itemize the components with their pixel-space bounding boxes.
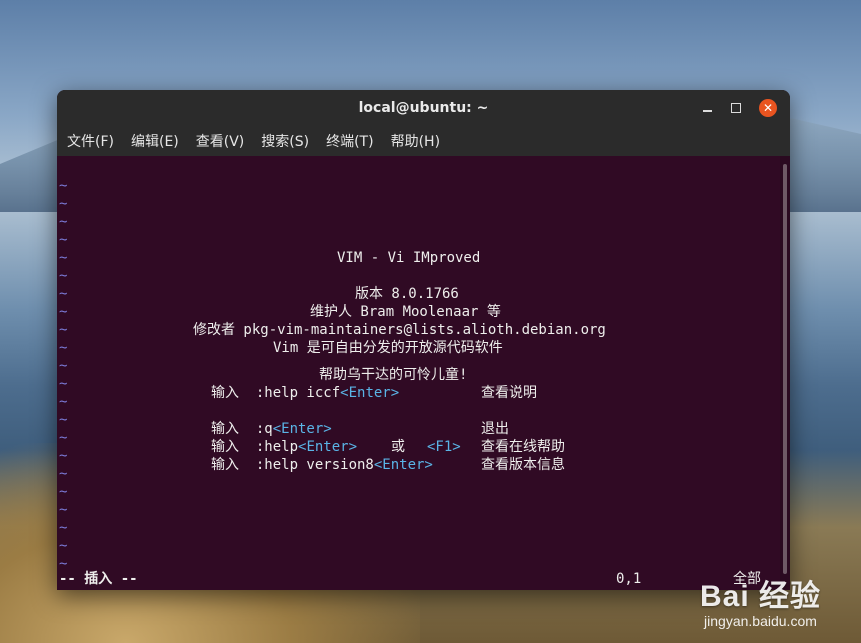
vim-tilde: ~	[59, 214, 68, 230]
vim-hint-quit: 输入 :q<Enter>	[211, 420, 332, 438]
menu-terminal[interactable]: 终端(T)	[326, 131, 373, 151]
hint-version-cmd: 输入 :help version8	[211, 457, 374, 473]
hint-help-desc: 查看在线帮助	[481, 439, 565, 455]
vim-tilde: ~	[59, 232, 68, 248]
title-bar[interactable]: local@ubuntu: ~ ✕	[57, 90, 790, 126]
hint-help-key: <Enter>	[298, 439, 358, 455]
window-title: local@ubuntu: ~	[358, 100, 489, 116]
vim-tilde: ~	[59, 448, 68, 464]
hint-help-f1: <F1>	[427, 439, 461, 455]
baidu-watermark: Bai 经验 jingyan.baidu.com	[700, 571, 821, 629]
vim-tilde: ~	[59, 178, 68, 194]
vim-tilde: ~	[59, 340, 68, 356]
menu-edit[interactable]: 编辑(E)	[131, 131, 179, 151]
hint-quit-cmd: 输入 :q	[211, 421, 273, 437]
vim-license: Vim 是可自由分发的开放源代码软件	[273, 340, 503, 356]
vim-tilde: ~	[59, 286, 68, 302]
hint-help-or: 或	[391, 439, 405, 455]
hint-quit-desc: 退出	[481, 421, 509, 437]
close-button[interactable]: ✕	[754, 90, 782, 126]
vim-tilde: ~	[59, 466, 68, 482]
watermark-url: jingyan.baidu.com	[704, 613, 817, 629]
vim-tilde: ~	[59, 394, 68, 410]
vim-mode-indicator: -- 插入 --	[59, 571, 138, 587]
menu-help[interactable]: 帮助(H)	[391, 131, 440, 151]
vim-cursor-position: 0,1	[616, 571, 642, 587]
hint-version-desc: 查看版本信息	[481, 457, 565, 473]
menu-view[interactable]: 查看(V)	[196, 131, 245, 151]
maximize-button[interactable]	[722, 90, 750, 126]
vim-tilde: ~	[59, 520, 68, 536]
vim-tilde: ~	[59, 502, 68, 518]
vim-version: 版本 8.0.1766	[355, 286, 459, 302]
terminal-window: local@ubuntu: ~ ✕ 文件(F) 编辑(E) 查看(V) 搜索(S…	[57, 90, 790, 590]
vim-hint-iccf: 输入 :help iccf<Enter>	[211, 384, 399, 402]
menu-search[interactable]: 搜索(S)	[261, 131, 309, 151]
minimize-icon	[702, 110, 712, 112]
vim-maintainer: 维护人 Bram Moolenaar 等	[310, 304, 501, 320]
terminal-content[interactable]: ~ ~ ~ ~ ~ ~ ~ ~ ~ ~ ~ ~ ~ ~ ~ ~ ~ ~ ~ ~ ~ ~ VIM - Vi IMproved…	[57, 156, 780, 590]
vim-uganda: 帮助乌干达的可怜儿童!	[319, 367, 468, 383]
vim-tilde: ~	[59, 196, 68, 212]
vim-tilde: ~	[59, 412, 68, 428]
vim-tilde: ~	[59, 430, 68, 446]
vim-tilde: ~	[59, 268, 68, 284]
hint-quit-key: <Enter>	[272, 421, 332, 437]
vim-modifier: 修改者 pkg-vim-maintainers@lists.alioth.deb…	[193, 322, 606, 338]
terminal-scrollbar[interactable]	[780, 156, 790, 590]
vim-tilde: ~	[59, 304, 68, 320]
close-icon: ✕	[759, 99, 777, 117]
vim-tilde: ~	[59, 538, 68, 554]
scrollbar-thumb[interactable]	[783, 164, 787, 574]
minimize-button[interactable]	[693, 90, 721, 126]
vim-tilde: ~	[59, 484, 68, 500]
vim-tilde: ~	[59, 358, 68, 374]
vim-tilde: ~	[59, 322, 68, 338]
menu-bar: 文件(F) 编辑(E) 查看(V) 搜索(S) 终端(T) 帮助(H)	[57, 126, 790, 156]
vim-tilde: ~	[59, 250, 68, 266]
hint-help-cmd: 输入 :help	[211, 439, 299, 455]
hint-version-key: <Enter>	[373, 457, 433, 473]
maximize-icon	[731, 103, 741, 113]
vim-title: VIM - Vi IMproved	[337, 250, 481, 266]
vim-hint-help: 输入 :help<Enter>	[211, 438, 357, 456]
watermark-logo: Bai 经验	[699, 580, 821, 613]
vim-hint-version: 输入 :help version8<Enter>	[211, 456, 433, 474]
hint-iccf-desc: 查看说明	[481, 385, 537, 401]
vim-tilde: ~	[59, 376, 68, 392]
hint-iccf-cmd: 输入 :help iccf	[211, 385, 341, 401]
hint-iccf-key: <Enter>	[340, 385, 400, 401]
menu-file[interactable]: 文件(F)	[67, 131, 114, 151]
